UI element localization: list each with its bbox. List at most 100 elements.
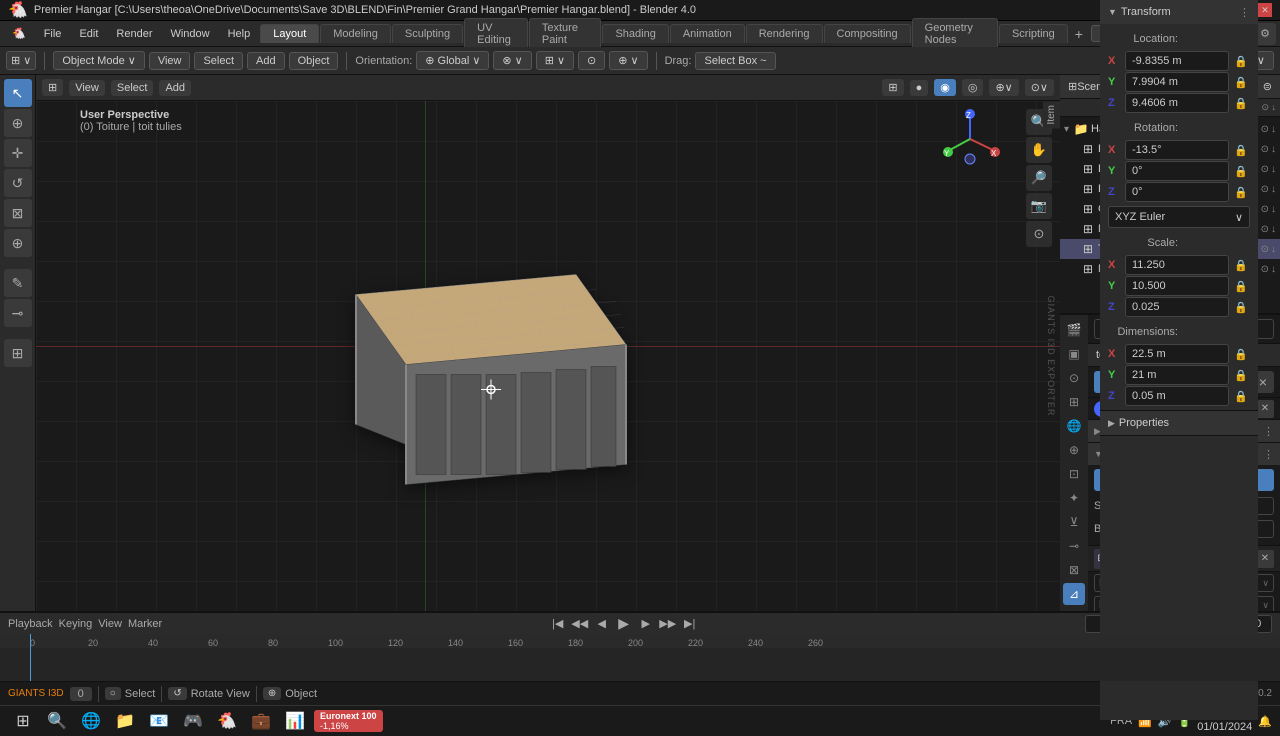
- constraint-props-icon[interactable]: ⊸: [1063, 535, 1085, 557]
- menu-render[interactable]: Render: [108, 26, 160, 42]
- jump-end-btn[interactable]: ▶|: [682, 616, 698, 632]
- viewport[interactable]: ⊞ View Select Add ⊞ ● ◉ ◎ ⊕∨ ⊙∨: [36, 75, 1060, 611]
- rot-x-lock[interactable]: 🔒: [1232, 141, 1250, 159]
- world-props-icon[interactable]: 🌐: [1063, 415, 1085, 437]
- scale-x-lock[interactable]: 🔒: [1232, 256, 1250, 274]
- camera-vp-icon[interactable]: 📷: [1026, 193, 1052, 219]
- rot-z-field[interactable]: 0°: [1125, 182, 1229, 202]
- menu-window[interactable]: Window: [162, 26, 217, 42]
- rot-y-lock[interactable]: 🔒: [1232, 162, 1250, 180]
- dim-x-lock[interactable]: 🔒: [1232, 345, 1250, 363]
- app7-icon[interactable]: 💼: [246, 706, 276, 736]
- vp-editor-type[interactable]: ⊞: [42, 79, 63, 96]
- hangar-select[interactable]: ↓: [1271, 124, 1276, 135]
- pivot-selector[interactable]: ⊗ ∨: [493, 51, 531, 70]
- tab-uv-editing[interactable]: UV Editing: [464, 18, 528, 49]
- browser-icon[interactable]: 🌐: [76, 706, 106, 736]
- physics-props-icon[interactable]: ⊻: [1063, 511, 1085, 533]
- explorer-icon[interactable]: 📁: [110, 706, 140, 736]
- play-btn[interactable]: ▶: [616, 616, 632, 632]
- view-menu[interactable]: View: [149, 52, 191, 70]
- menu-file[interactable]: File: [36, 26, 70, 42]
- timeline-cursor[interactable]: [30, 634, 31, 681]
- tab-texture-paint[interactable]: Texture Paint: [529, 18, 602, 49]
- tab-rendering[interactable]: Rendering: [746, 24, 823, 43]
- step-fwd-btn[interactable]: ▶: [638, 616, 654, 632]
- vp-add-menu[interactable]: Add: [159, 80, 191, 96]
- object-props-icon[interactable]: ⊕: [1063, 439, 1085, 461]
- rotate-tool[interactable]: ↺: [4, 169, 32, 197]
- start-btn[interactable]: ⊞: [8, 706, 38, 736]
- vp-select-menu[interactable]: Select: [111, 80, 154, 96]
- scale-y-lock[interactable]: 🔒: [1232, 277, 1250, 295]
- notifications-icon[interactable]: 🔔: [1258, 715, 1272, 728]
- view-layer-props-icon[interactable]: ⊙: [1063, 367, 1085, 389]
- material-delete-btn[interactable]: ✕: [1256, 400, 1274, 418]
- view-label[interactable]: View: [98, 618, 122, 630]
- search-taskbar-icon[interactable]: 🔍: [42, 706, 72, 736]
- vp-shading-solid[interactable]: ●: [910, 80, 929, 96]
- next-keyframe-btn[interactable]: ▶▶: [660, 616, 676, 632]
- vp-shading-material[interactable]: ◉: [934, 79, 956, 96]
- tab-scripting[interactable]: Scripting: [999, 24, 1068, 43]
- add-menu[interactable]: Add: [247, 52, 285, 70]
- scale-x-field[interactable]: 11.250: [1125, 255, 1229, 275]
- proportional-btn[interactable]: ⊙: [578, 51, 605, 70]
- preview-opts[interactable]: ⋮: [1263, 425, 1274, 438]
- proportional-connected-btn[interactable]: ⊕ ∨: [609, 51, 647, 70]
- render-vp-icon[interactable]: ⊙: [1026, 221, 1052, 247]
- drag-selector[interactable]: Select Box ~: [695, 52, 775, 70]
- editor-type-btn[interactable]: ⊞ ∨: [6, 51, 36, 70]
- data-props-icon[interactable]: ⊠: [1063, 559, 1085, 581]
- vp-gizmo[interactable]: ⊙∨: [1025, 79, 1054, 96]
- timeline[interactable]: 0 20 40 60 80 100 120 140 160 180 200 22…: [0, 634, 1280, 681]
- tex-delete-btn[interactable]: ✕: [1256, 550, 1274, 568]
- loc-y-field[interactable]: 7.9904 m: [1125, 75, 1229, 92]
- tab-compositing[interactable]: Compositing: [824, 24, 911, 43]
- prev-keyframe-btn[interactable]: ◀◀: [572, 616, 588, 632]
- scene-props-icon[interactable]: ⊞: [1063, 391, 1085, 413]
- mail-icon[interactable]: 📧: [144, 706, 174, 736]
- loc-z-lock[interactable]: 🔒: [1232, 94, 1250, 112]
- vp-shading-wire[interactable]: ⊞: [882, 79, 903, 96]
- object-menu[interactable]: Object: [289, 52, 339, 70]
- orientation-selector[interactable]: ⊕ Global ∨: [416, 51, 489, 70]
- playback-label[interactable]: Playback: [8, 618, 53, 630]
- app8-icon[interactable]: 📊: [280, 706, 310, 736]
- select-menu[interactable]: Select: [194, 52, 243, 70]
- scale-z-field[interactable]: 0.025: [1125, 297, 1229, 317]
- viewport-gizmo[interactable]: Z X Y: [940, 109, 1000, 169]
- vp-overlays[interactable]: ⊕∨: [989, 79, 1018, 96]
- n-panel-tab[interactable]: Item: [1043, 101, 1060, 128]
- dim-z-field[interactable]: 0.05 m: [1125, 386, 1229, 406]
- jump-start-btn[interactable]: |◀: [550, 616, 566, 632]
- blender-tb-icon[interactable]: 🐔: [212, 706, 242, 736]
- dim-y-field[interactable]: 21 m: [1125, 365, 1229, 385]
- snap-btn[interactable]: ⊞ ∨: [536, 51, 574, 70]
- menu-help[interactable]: Help: [220, 26, 259, 42]
- tab-modeling[interactable]: Modeling: [320, 24, 391, 43]
- modifier-props-icon[interactable]: ⊡: [1063, 463, 1085, 485]
- surface-opts[interactable]: ⋮: [1263, 448, 1274, 461]
- move-tool[interactable]: ✛: [4, 139, 32, 167]
- hand-vp-icon[interactable]: ✋: [1026, 137, 1052, 163]
- tab-animation[interactable]: Animation: [670, 24, 745, 43]
- select-tool[interactable]: ↖: [4, 79, 32, 107]
- hangar-render[interactable]: ⊙: [1261, 124, 1269, 135]
- tab-shading[interactable]: Shading: [602, 24, 668, 43]
- transform-tool[interactable]: ⊕: [4, 229, 32, 257]
- vp-shading-render[interactable]: ◎: [962, 79, 984, 96]
- rot-z-lock[interactable]: 🔒: [1232, 183, 1250, 201]
- dim-x-field[interactable]: 22.5 m: [1125, 344, 1229, 364]
- annotate-tool[interactable]: ✎: [4, 269, 32, 297]
- dim-y-lock[interactable]: 🔒: [1232, 366, 1250, 384]
- stock-badge[interactable]: Euronext 100 -1,16%: [314, 710, 383, 732]
- properties-header[interactable]: ▶ Properties: [1100, 411, 1258, 435]
- menu-blender[interactable]: 🐔: [4, 25, 34, 42]
- keying-label[interactable]: Keying: [59, 618, 93, 630]
- tab-sculpting[interactable]: Sculpting: [392, 24, 463, 43]
- close-btn[interactable]: ✕: [1258, 3, 1272, 17]
- menu-edit[interactable]: Edit: [71, 26, 106, 42]
- mode-selector[interactable]: Object Mode ∨: [53, 51, 144, 70]
- rot-x-field[interactable]: -13.5°: [1125, 140, 1229, 160]
